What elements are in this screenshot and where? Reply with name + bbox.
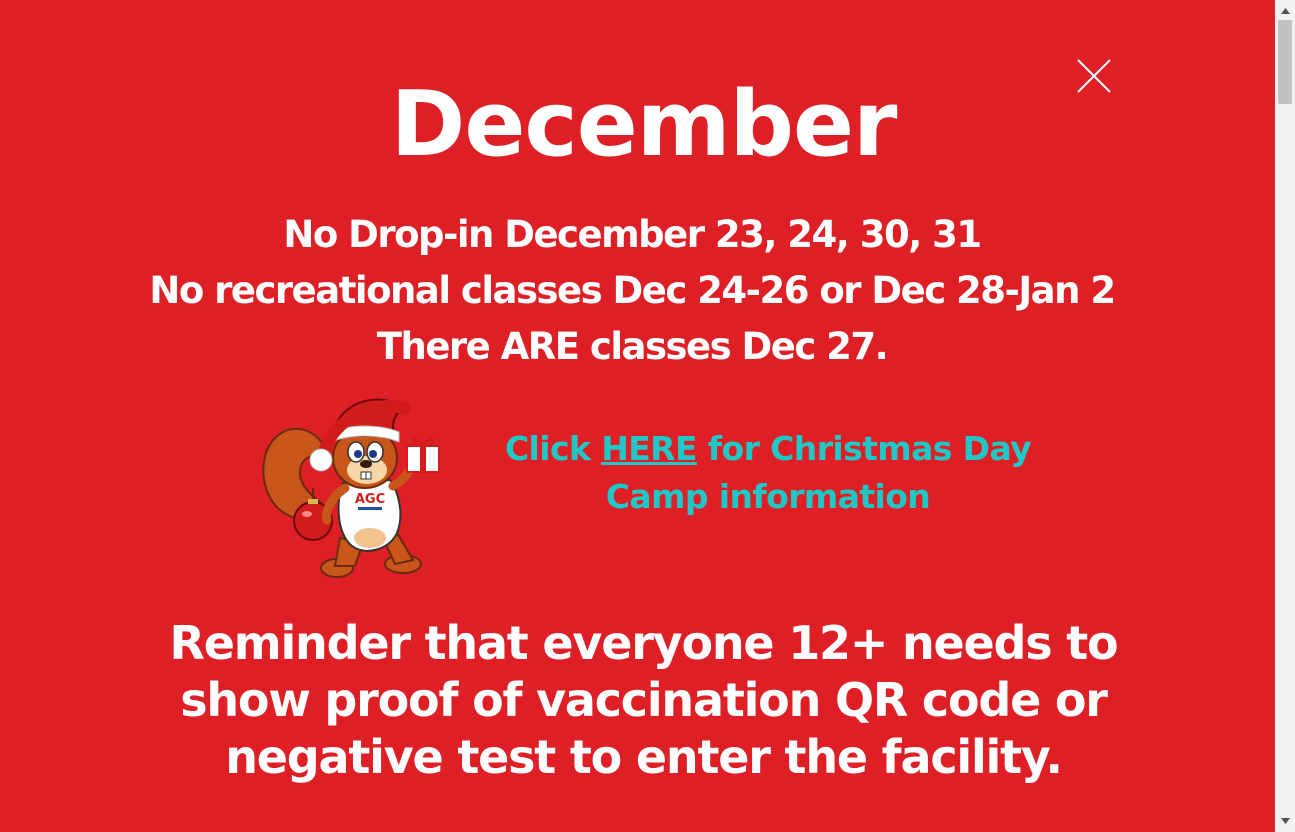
scrollbar-thumb[interactable] — [1278, 20, 1292, 104]
camp-info-prefix: Click — [504, 429, 602, 468]
squirrel-santa-icon: AGC — [262, 398, 440, 578]
vertical-scrollbar[interactable] — [1275, 0, 1295, 832]
scroll-down-arrow-icon — [1280, 817, 1290, 824]
camp-info-suffix: for Christmas Day — [696, 429, 1032, 468]
reminder-line: show proof of vaccination QR code or — [180, 673, 1108, 727]
squirrel-mascot-image: AGC — [255, 388, 445, 583]
scroll-up-button[interactable] — [1275, 2, 1295, 19]
notice-recreational-classes: No recreational classes Dec 24-26 or Dec… — [149, 269, 1116, 312]
notice-drop-in: No Drop-in December 23, 24, 30, 31 — [283, 213, 982, 256]
camp-here-link[interactable]: HERE — [601, 429, 697, 468]
vaccination-reminder: Reminder that everyone 12+ needs to show… — [0, 615, 1275, 786]
scroll-up-arrow-icon — [1280, 7, 1290, 14]
page-title: December — [390, 72, 898, 177]
mascot-shirt-text: AGC — [355, 492, 385, 507]
announcement-popup: December No Drop-in December 23, 24, 30,… — [0, 0, 1275, 832]
scroll-down-button[interactable] — [1275, 812, 1295, 829]
camp-info-line2: Camp information — [605, 477, 931, 516]
camp-info: Click HERE for Christmas Day Camp inform… — [500, 425, 1036, 521]
reminder-line: Reminder that everyone 12+ needs to — [169, 616, 1119, 670]
reminder-line: negative test to enter the facility. — [225, 730, 1063, 784]
notice-classes-dec-27: There ARE classes Dec 27. — [376, 325, 889, 368]
